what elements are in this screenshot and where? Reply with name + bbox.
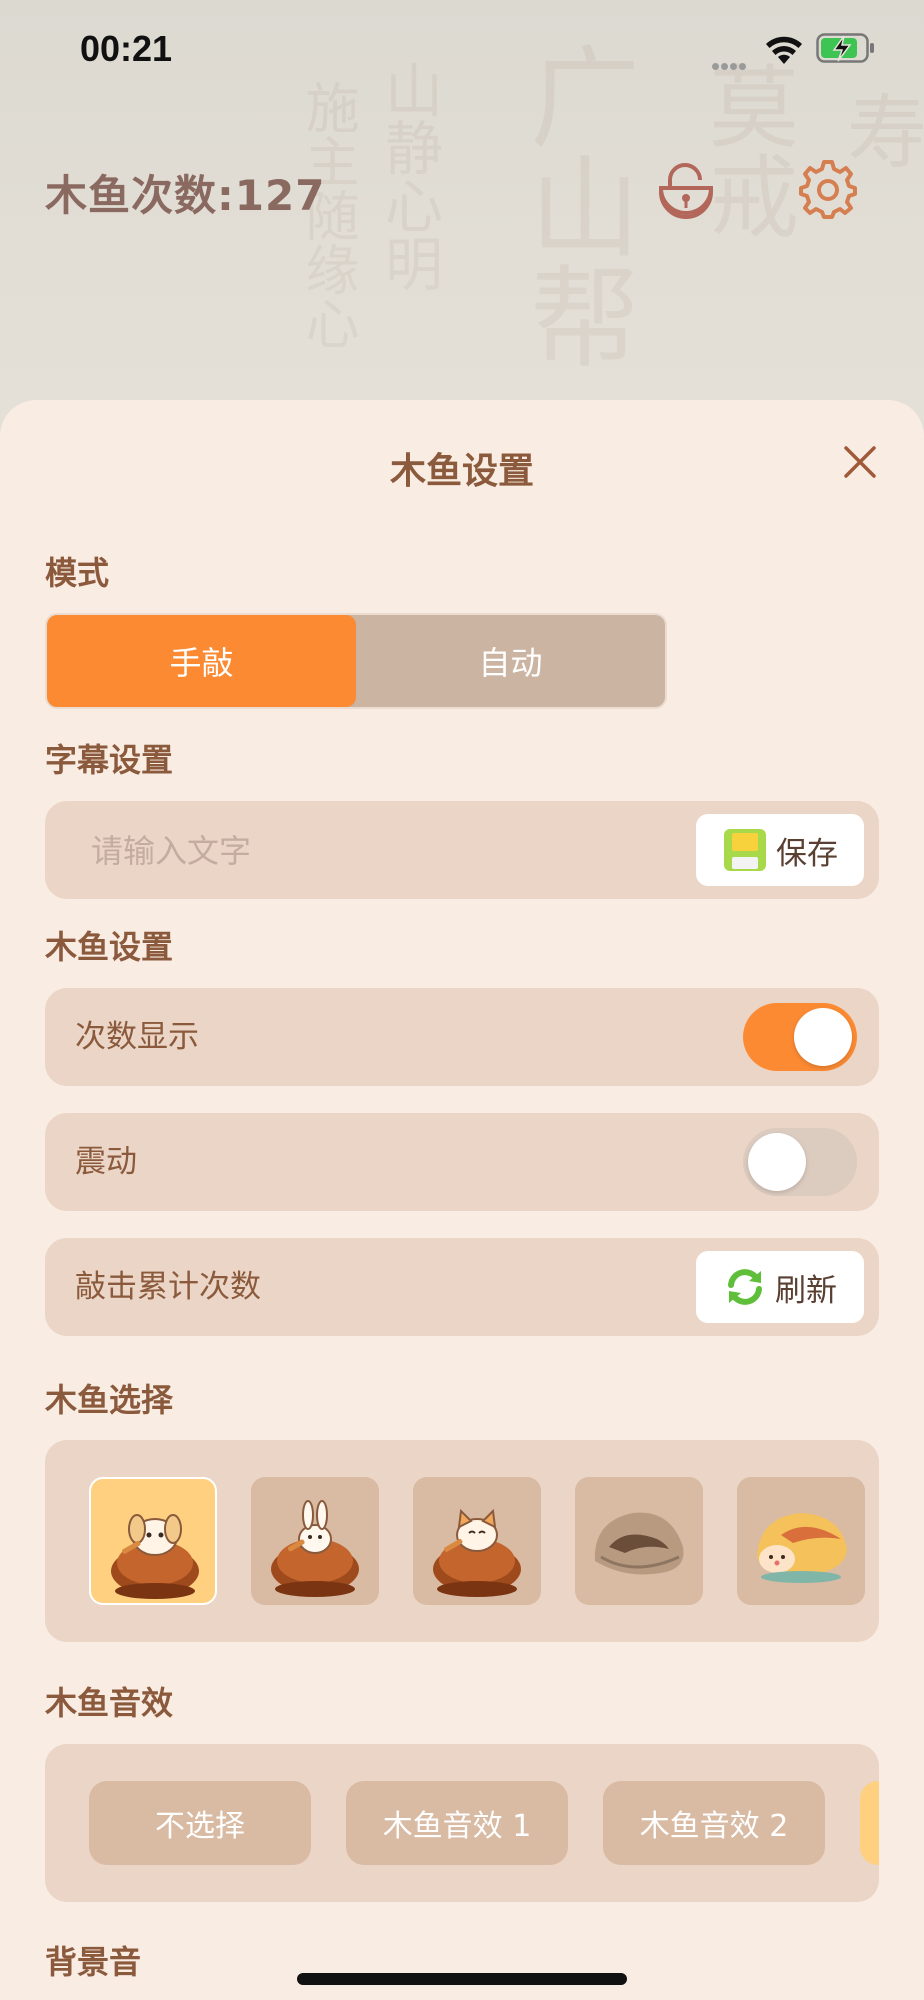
tap-counter: 木鱼次数:127 xyxy=(45,171,326,220)
save-button-label: 保存 xyxy=(776,835,838,872)
save-button[interactable]: 保存 xyxy=(696,814,864,886)
fish-option-puppy[interactable] xyxy=(89,1477,217,1605)
sound-option-1[interactable]: 木鱼音效 1 xyxy=(346,1781,568,1865)
bunny-fish-icon xyxy=(271,1500,359,1597)
sound-option-more[interactable] xyxy=(860,1781,879,1865)
toggle-knob xyxy=(794,1008,852,1066)
fish-settings-sheet: 木鱼设置 模式 手敲 自动 字幕设置 保存 木鱼设置 次数显示 震动 敲击累计次… xyxy=(0,400,924,2000)
count-display-toggle[interactable] xyxy=(743,1003,857,1071)
subtitle-input-row: 保存 xyxy=(45,801,879,901)
status-time: 00:21 xyxy=(80,28,173,69)
sound-option-2[interactable]: 木鱼音效 2 xyxy=(603,1781,825,1865)
vibration-label: 震动 xyxy=(75,1144,137,1180)
fish-option-bunny[interactable] xyxy=(251,1477,379,1605)
wifi-icon xyxy=(766,36,802,64)
stone-fish-icon xyxy=(594,1512,684,1575)
bgm-label: 背景音 xyxy=(45,1943,142,1981)
sheet-title: 木鱼设置 xyxy=(389,451,534,492)
mode-label: 模式 xyxy=(45,554,110,592)
fish-select-panel xyxy=(45,1440,879,1642)
refresh-button-label: 刷新 xyxy=(775,1272,837,1309)
sound-effect-panel: 不选择 木鱼音效 1 木鱼音效 2 xyxy=(45,1744,879,1902)
fish-select-label: 木鱼选择 xyxy=(45,1381,174,1419)
bird-fish-icon xyxy=(757,1513,847,1583)
cellular-signal-icon xyxy=(712,55,748,74)
sound-option-none[interactable]: 不选择 xyxy=(89,1781,311,1865)
vibration-row: 震动 xyxy=(45,1113,879,1211)
cat-fish-icon xyxy=(433,1508,521,1597)
sound-effect-label: 木鱼音效 xyxy=(45,1684,174,1722)
mode-manual-tab[interactable]: 手敲 xyxy=(47,615,356,707)
refresh-icon xyxy=(728,1269,762,1305)
mode-segmented-control: 手敲 自动 xyxy=(45,613,667,709)
status-bar: 00:21 xyxy=(0,0,924,100)
refresh-button[interactable]: 刷新 xyxy=(696,1251,864,1323)
mode-auto-tab[interactable]: 自动 xyxy=(356,615,665,707)
count-display-row: 次数显示 xyxy=(45,988,879,1086)
toggle-knob xyxy=(748,1133,806,1191)
fish-option-stone[interactable] xyxy=(575,1477,703,1605)
subtitle-input[interactable] xyxy=(89,801,693,901)
puppy-fish-icon xyxy=(111,1514,199,1599)
subtitle-settings-label: 字幕设置 xyxy=(45,741,174,779)
unlock-icon[interactable] xyxy=(656,162,716,222)
vibration-toggle[interactable] xyxy=(743,1128,857,1196)
tap-total-label: 敲击累计次数 xyxy=(75,1269,261,1305)
fish-settings-label: 木鱼设置 xyxy=(45,928,174,966)
save-floppy-icon xyxy=(724,829,766,871)
home-indicator xyxy=(297,1973,627,1985)
tap-total-row: 敲击累计次数 刷新 xyxy=(45,1238,879,1336)
count-display-label: 次数显示 xyxy=(75,1019,199,1055)
fish-option-bird[interactable] xyxy=(737,1477,865,1605)
gear-icon[interactable] xyxy=(798,160,858,220)
fish-option-cat[interactable] xyxy=(413,1477,541,1605)
close-icon[interactable] xyxy=(840,442,880,482)
battery-charging-icon xyxy=(816,33,874,63)
